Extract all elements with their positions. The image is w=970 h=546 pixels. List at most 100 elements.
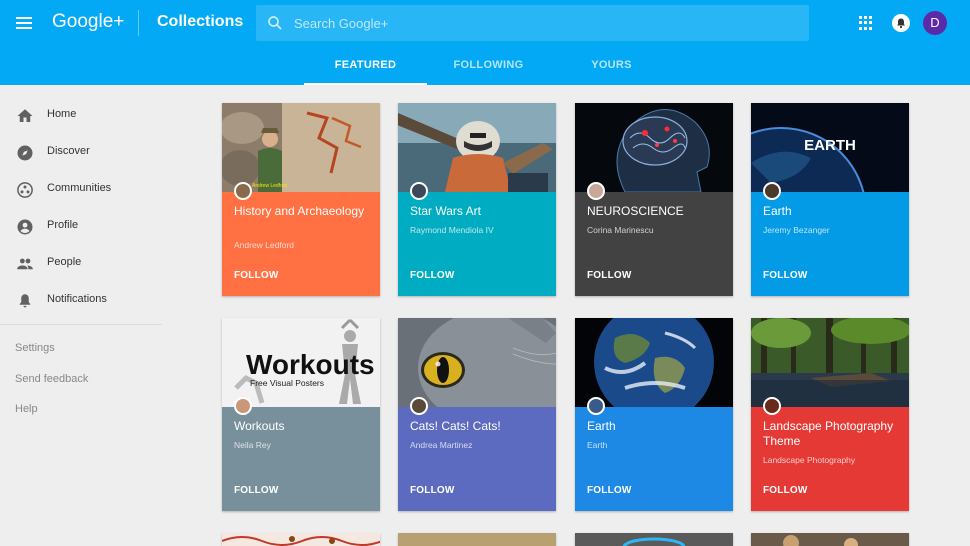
card-body: NEUROSCIENCE Corina Marinescu FOLLOW [575,192,733,296]
people-icon [17,258,33,270]
account-avatar[interactable]: D [923,11,947,35]
cover-caption: Andrew Ledford [252,183,288,189]
card-body: Cats! Cats! Cats! Andrea Martinez FOLLOW [398,407,556,511]
sidebar-item-label: Notifications [47,293,107,305]
follow-button[interactable]: FOLLOW [587,270,632,281]
collection-owner: Jeremy Bezanger [763,225,830,235]
follow-button[interactable]: FOLLOW [234,485,279,496]
collection-cover-image [575,103,733,192]
collection-card-earth[interactable]: EARTH Earth Jeremy Bezanger FOLLOW [751,103,909,296]
follow-button[interactable]: FOLLOW [587,485,632,496]
collection-card-earth-2[interactable]: Earth Earth FOLLOW [575,318,733,511]
collection-card-peek[interactable] [751,533,909,546]
google-plus-logo[interactable]: Google+ [52,11,124,33]
collection-cover-image [398,103,556,192]
collection-card-peek[interactable] [575,533,733,546]
sidebar-item-profile[interactable]: Profile [0,208,162,245]
search-icon [268,16,282,30]
collection-title: Star Wars Art [410,204,481,218]
follow-button[interactable]: FOLLOW [763,270,808,281]
hamburger-menu-icon[interactable] [16,14,34,32]
collection-owner: Raymond Mendiola IV [410,225,494,235]
sidebar-item-home[interactable]: Home [0,97,162,134]
follow-button[interactable]: FOLLOW [763,485,808,496]
collection-title: Earth [763,204,792,218]
owner-avatar [410,397,428,415]
sidebar-divider [0,324,162,325]
card-body: Star Wars Art Raymond Mendiola IV FOLLOW [398,192,556,296]
collection-card-history[interactable]: Andrew Ledford History and Archaeology A… [222,103,380,296]
collection-card-star-wars[interactable]: Star Wars Art Raymond Mendiola IV FOLLOW [398,103,556,296]
collection-cover-image: Workouts Free Visual Posters [222,318,380,407]
bell-icon [19,294,31,308]
collection-card-peek[interactable] [398,533,556,546]
communities-icon [17,182,33,198]
workouts-cover-title: Workouts [246,349,375,380]
page-title: Collections [157,13,244,30]
card-body: History and Archaeology Andrew Ledford F… [222,192,380,296]
sidebar-item-label: Communities [47,182,112,194]
collections-tabs: FEATURED FOLLOWING YOURS [0,46,970,85]
sidebar-item-label: Home [47,108,77,120]
sidebar-item-label: Discover [47,145,90,157]
collection-title: Earth [587,419,616,433]
collection-card-peek[interactable] [222,533,380,546]
top-app-bar: Google+ Collections D FEATURED FOLLOWING… [0,0,970,85]
home-icon [17,109,33,122]
collection-title: Cats! Cats! Cats! [410,419,501,433]
tab-following[interactable]: FOLLOWING [427,46,550,85]
collection-card-workouts[interactable]: Workouts Free Visual Posters Workouts Ne… [222,318,380,511]
apps-grid-icon[interactable] [859,16,873,30]
collection-cover-image [575,318,733,407]
collection-owner: Andrew Ledford [234,240,295,250]
sidebar-item-people[interactable]: People [0,245,162,282]
profile-icon [17,219,33,235]
collection-title: History and Archaeology [234,204,365,218]
collection-owner: Landscape Photography [763,455,856,465]
follow-button[interactable]: FOLLOW [410,270,455,281]
workouts-cover-subtitle: Free Visual Posters [250,378,324,388]
collection-card-neuroscience[interactable]: NEUROSCIENCE Corina Marinescu FOLLOW [575,103,733,296]
sidebar-item-communities[interactable]: Communities [0,171,162,208]
card-body: Workouts Neila Rey FOLLOW [222,407,380,511]
settings-link[interactable]: Settings [15,342,55,354]
search-input[interactable] [294,5,794,41]
collection-owner: Earth [587,440,608,450]
owner-avatar [587,182,605,200]
collection-title: Landscape Photography Theme [763,419,894,448]
notifications-bell-icon[interactable] [892,14,910,32]
follow-button[interactable]: FOLLOW [234,270,279,281]
owner-avatar [234,182,252,200]
search-box[interactable] [256,5,809,41]
card-body: Earth Earth FOLLOW [575,407,733,511]
header-divider [138,10,139,36]
card-body: Landscape Photography Theme Landscape Ph… [751,407,909,511]
send-feedback-link[interactable]: Send feedback [15,373,88,385]
collection-card-cats[interactable]: Cats! Cats! Cats! Andrea Martinez FOLLOW [398,318,556,511]
owner-avatar [763,182,781,200]
card-body: Earth Jeremy Bezanger FOLLOW [751,192,909,296]
collection-cover-image: EARTH [751,103,909,192]
follow-button[interactable]: FOLLOW [410,485,455,496]
collection-cover-image [398,318,556,407]
collection-title: NEUROSCIENCE [587,204,684,218]
tab-yours[interactable]: YOURS [550,46,673,85]
collection-owner: Andrea Martinez [410,440,473,450]
sidebar-item-discover[interactable]: Discover [0,134,162,171]
collection-cover-image [751,318,909,407]
sidebar-nav: Home Discover Communities Profile People… [0,85,162,546]
owner-avatar [587,397,605,415]
tab-featured[interactable]: FEATURED [304,46,427,85]
collection-title: Workouts [234,419,285,433]
collection-owner: Neila Rey [234,440,271,450]
sidebar-item-notifications[interactable]: Notifications [0,282,162,319]
collection-card-landscape[interactable]: Landscape Photography Theme Landscape Ph… [751,318,909,511]
compass-icon [17,145,33,161]
collection-owner: Corina Marinescu [587,225,654,235]
sidebar-item-label: Profile [47,219,79,231]
owner-avatar [234,397,252,415]
sidebar-item-label: People [47,256,82,268]
help-link[interactable]: Help [15,403,38,415]
earth-logo-text: EARTH [804,137,856,154]
owner-avatar [410,182,428,200]
